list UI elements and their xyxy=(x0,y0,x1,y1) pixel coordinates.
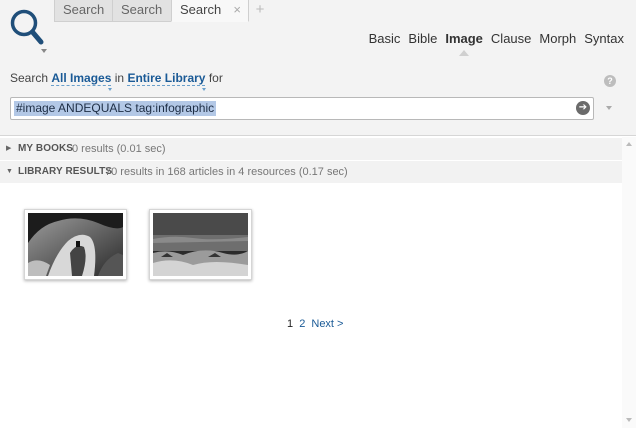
sea-landscape-photo xyxy=(153,213,248,276)
cave-ruins-photo xyxy=(28,213,123,276)
search-suffix: for xyxy=(208,71,223,85)
collapsed-triangle-icon: ▶ xyxy=(6,145,12,152)
mode-bible[interactable]: Bible xyxy=(408,31,437,46)
section-library-results[interactable]: ▼ LIBRARY RESULTS 70 results in 168 arti… xyxy=(0,161,622,183)
scroll-down-icon[interactable] xyxy=(626,418,632,422)
scope-type-label: All Images xyxy=(51,71,112,85)
tab-label: Search xyxy=(121,2,163,17)
mode-morph[interactable]: Morph xyxy=(539,31,576,46)
search-prefix: Search xyxy=(10,71,49,85)
search-scope-line: Search All Images in Entire Library for xyxy=(10,71,223,91)
section-label: MY BOOKS xyxy=(18,143,74,154)
pagination: 1 2 Next > xyxy=(287,318,343,330)
tab-search-3[interactable]: Search × xyxy=(171,0,249,22)
add-tab-button[interactable]: + xyxy=(248,0,272,22)
arrow-right-icon[interactable]: ➔ xyxy=(576,101,590,115)
section-count: 70 results in 168 articles in 4 resource… xyxy=(105,166,348,178)
tab-label: Search xyxy=(63,2,105,17)
close-tab-icon[interactable]: × xyxy=(233,0,241,20)
mode-syntax[interactable]: Syntax xyxy=(584,31,624,46)
scroll-up-icon[interactable] xyxy=(626,142,632,146)
scope-type-dropdown[interactable]: All Images xyxy=(51,71,113,91)
next-page-link[interactable]: Next > xyxy=(311,318,343,330)
section-count: 0 results (0.01 sec) xyxy=(72,143,166,155)
search-query-text[interactable]: #image ANDEQUALS tag:infographic xyxy=(14,101,217,116)
results-scrollbar[interactable] xyxy=(622,137,636,428)
help-icon[interactable]: ? xyxy=(604,75,616,87)
result-image-thumbnail[interactable] xyxy=(24,209,127,280)
search-panel-header: Search Search Search × + Basic Bible Ima… xyxy=(0,0,636,136)
tab-search-1[interactable]: Search xyxy=(54,0,113,22)
mode-clause[interactable]: Clause xyxy=(491,31,531,46)
expanded-triangle-icon: ▼ xyxy=(6,168,13,175)
scope-in-text: in xyxy=(114,71,125,85)
scope-library-dropdown[interactable]: Entire Library xyxy=(127,71,207,91)
active-mode-pointer xyxy=(459,50,470,56)
tab-bar: Search Search Search × + xyxy=(54,0,272,22)
mode-basic[interactable]: Basic xyxy=(369,31,401,46)
chevron-down-icon xyxy=(108,88,113,91)
mode-image-label: Image xyxy=(445,31,483,46)
tab-label: Search xyxy=(180,2,222,17)
tab-search-2[interactable]: Search xyxy=(112,0,172,22)
mode-image[interactable]: Image xyxy=(445,31,483,56)
section-my-books[interactable]: ▶ MY BOOKS 0 results (0.01 sec) xyxy=(0,138,622,160)
section-label: LIBRARY RESULTS xyxy=(18,166,113,177)
panel-menu-caret-icon[interactable] xyxy=(41,49,47,53)
result-image-thumbnail[interactable] xyxy=(149,209,252,280)
page-2-link[interactable]: 2 xyxy=(299,318,305,330)
results-area: ▶ MY BOOKS 0 results (0.01 sec) ▼ LIBRAR… xyxy=(0,137,622,428)
search-history-caret-icon[interactable] xyxy=(606,106,612,110)
search-mode-selector: Basic Bible Image Clause Morph Syntax xyxy=(369,31,624,56)
chevron-down-icon xyxy=(202,88,207,91)
current-page: 1 xyxy=(287,318,294,330)
scope-library-label: Entire Library xyxy=(127,71,206,85)
search-input[interactable]: #image ANDEQUALS tag:infographic ➔ xyxy=(10,97,594,120)
